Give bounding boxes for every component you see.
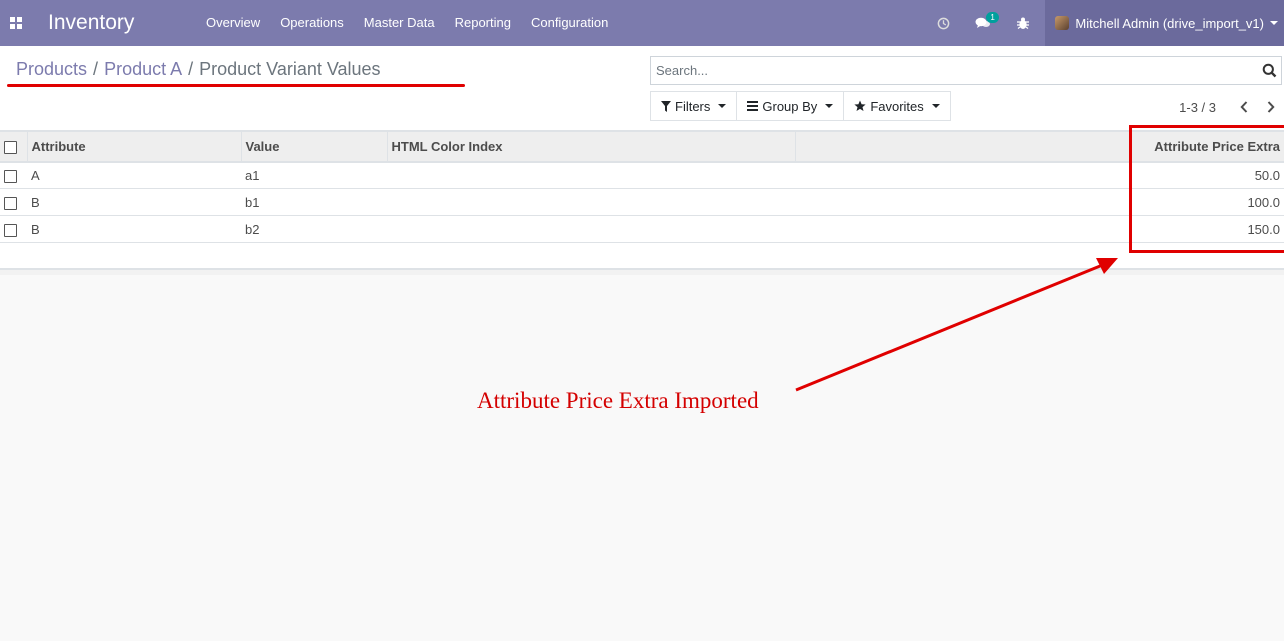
select-all-cell [0, 132, 27, 162]
cell-attribute: B [31, 194, 40, 210]
menu-master-data[interactable]: Master Data [354, 0, 445, 46]
cell-blank [795, 216, 1130, 243]
table-row[interactable]: B b1 100.0 [0, 189, 1284, 216]
column-header-blank [794, 131, 1130, 162]
column-header-attribute[interactable]: Attribute [26, 131, 241, 162]
chevron-left-icon[interactable] [1230, 98, 1257, 116]
filters-button[interactable]: Filters [650, 91, 738, 121]
cell-value: b1 [245, 194, 260, 210]
cell-color-index [387, 189, 795, 216]
column-header-html-color-index[interactable]: HTML Color Index [386, 131, 795, 162]
bars-icon [747, 101, 759, 111]
cell-color-index [387, 216, 795, 243]
menu-operations[interactable]: Operations [270, 0, 354, 46]
cell-value: b2 [245, 221, 260, 237]
systray: 1 Mitchell Admin (drive_import_v1) [923, 0, 1284, 46]
apps-menu-icon[interactable] [0, 0, 32, 46]
group-by-button[interactable]: Group By [736, 91, 845, 121]
row-checkbox[interactable] [4, 223, 17, 237]
cell-blank [795, 189, 1130, 216]
chevron-down-icon [825, 104, 834, 108]
chevron-down-icon [931, 104, 940, 108]
breadcrumb-separator: / [188, 59, 194, 79]
breadcrumb-product-a[interactable]: Product A [104, 59, 182, 80]
pager-value[interactable]: 1-3 / 3 [1179, 100, 1216, 115]
messages-icon[interactable]: 1 [963, 0, 1003, 46]
main-menu: Overview Operations Master Data Reportin… [196, 0, 618, 46]
chevron-right-icon[interactable] [1257, 98, 1284, 116]
menu-configuration[interactable]: Configuration [521, 0, 618, 46]
control-panel: Products / Product A / Product Variant V… [0, 46, 1284, 131]
select-all-checkbox[interactable] [4, 140, 17, 154]
breadcrumb-separator: / [93, 59, 99, 79]
avatar [1055, 16, 1070, 30]
filters-label: Filters [675, 98, 711, 114]
table-row[interactable]: A a1 50.0 [0, 162, 1284, 189]
table-header-row: Attribute Value HTML Color Index Attribu… [0, 131, 1284, 162]
favorites-button[interactable]: Favorites [843, 91, 951, 121]
annotation-highlight-box [1129, 125, 1284, 253]
annotation-label: Attribute Price Extra Imported [477, 388, 759, 413]
column-header-value[interactable]: Value [240, 131, 387, 162]
search-bar [650, 56, 1282, 85]
row-select-cell [0, 216, 27, 243]
table-row[interactable]: B b2 150.0 [0, 216, 1284, 243]
annotation-arrow-icon [795, 258, 1118, 392]
search-input[interactable] [651, 57, 1257, 84]
cell-value: a1 [245, 167, 260, 183]
favorites-label: Favorites [870, 98, 924, 114]
user-name: Mitchell Admin (drive_import_v1) [1075, 15, 1264, 31]
search-icon[interactable] [1257, 57, 1281, 84]
breadcrumb: Products / Product A / Product Variant V… [16, 59, 381, 80]
row-select-cell [0, 189, 27, 216]
star-icon [854, 100, 866, 112]
chevron-down-icon [718, 104, 727, 108]
filter-funnel-icon [661, 100, 671, 112]
debug-bug-icon[interactable] [1003, 0, 1043, 46]
cell-blank [795, 162, 1130, 189]
messages-badge: 1 [986, 12, 999, 23]
row-checkbox[interactable] [4, 169, 17, 183]
row-checkbox[interactable] [4, 196, 17, 210]
chevron-down-icon [1270, 21, 1278, 25]
user-menu[interactable]: Mitchell Admin (drive_import_v1) [1045, 0, 1284, 46]
cell-attribute: A [31, 167, 40, 183]
page-title: Product Variant Values [199, 59, 381, 79]
app-brand[interactable]: Inventory [48, 11, 176, 35]
cell-color-index [387, 162, 795, 189]
group-by-label: Group By [762, 98, 818, 114]
variant-values-table: Attribute Value HTML Color Index Attribu… [0, 131, 1284, 269]
row-select-cell [0, 162, 27, 189]
list-view: Attribute Value HTML Color Index Attribu… [0, 131, 1284, 269]
breadcrumb-products[interactable]: Products [16, 59, 87, 80]
activity-clock-icon[interactable] [923, 0, 963, 46]
search-options: Filters Group By Favorites [650, 91, 951, 121]
annotation-underline [7, 84, 465, 87]
pager: 1-3 / 3 [1179, 98, 1284, 116]
top-navbar: Inventory Overview Operations Master Dat… [0, 0, 1284, 46]
menu-reporting[interactable]: Reporting [445, 0, 521, 46]
menu-overview[interactable]: Overview [196, 0, 270, 46]
cell-attribute: B [31, 221, 40, 237]
